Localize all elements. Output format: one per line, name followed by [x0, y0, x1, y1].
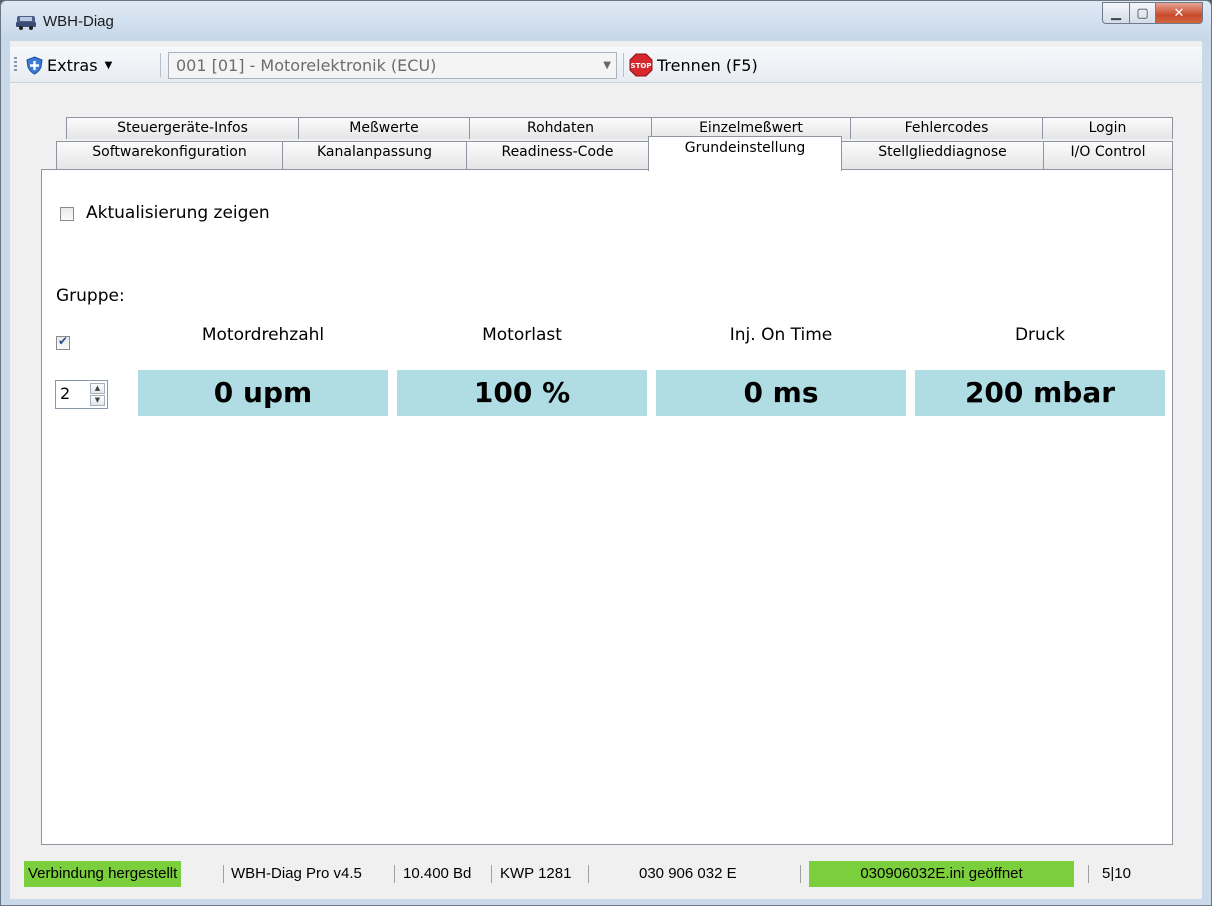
tab-label: Einzelmeßwert [699, 120, 803, 136]
column-header-druck: Druck [1014, 325, 1066, 345]
show-update-checkbox[interactable] [60, 207, 74, 221]
value-motordrehzahl: 0 upm [138, 370, 388, 416]
toolbar-grip[interactable] [14, 57, 17, 73]
client-area: Extras ▼ 001 [01] - Motorelektronik (ECU… [10, 41, 1202, 899]
tab-label: Rohdaten [527, 120, 594, 136]
spin-down-icon[interactable]: ▼ [90, 395, 105, 406]
status-separator [223, 865, 224, 883]
tab-grundeinstellung[interactable]: Grundeinstellung [648, 136, 842, 171]
tab-label: Stellglieddiagnose [878, 144, 1007, 160]
status-separator [588, 865, 589, 883]
tab-label: Kanalanpassung [317, 144, 432, 160]
title-bar[interactable]: WBH-Diag ▁ ▢ ✕ [1, 1, 1211, 41]
status-file: 030906032E.ini geöffnet [809, 861, 1074, 887]
value-motorlast: 100 % [397, 370, 647, 416]
group-number-stepper[interactable]: 2 ▲ ▼ [55, 380, 108, 409]
chevron-down-icon: ▼ [104, 59, 113, 71]
tab-label: Readiness-Code [501, 144, 614, 160]
status-version: WBH-Diag Pro v4.5 [231, 865, 362, 882]
tab-io-control[interactable]: I/O Control [1043, 141, 1173, 169]
spin-up-icon[interactable]: ▲ [90, 383, 105, 394]
tab-label: I/O Control [1070, 144, 1146, 160]
car-icon [16, 16, 36, 30]
tab-label: Grundeinstellung [684, 140, 806, 156]
disconnect-label: Trennen (F5) [657, 55, 758, 75]
status-separator [394, 865, 395, 883]
tab-readiness-code[interactable]: Readiness-Code [466, 141, 649, 169]
tab-label: Steuergeräte-Infos [117, 120, 248, 136]
shield-icon [26, 55, 43, 75]
column-header-motorlast: Motorlast [482, 325, 562, 345]
status-separator [800, 865, 801, 883]
app-window: WBH-Diag ▁ ▢ ✕ Extras ▼ 001 [01] - Motor… [0, 0, 1212, 906]
tab-label: Fehlercodes [904, 120, 989, 136]
show-update-label[interactable]: Aktualisierung zeigen [86, 203, 270, 223]
status-baud: 10.400 Bd [403, 865, 472, 882]
value-inj-on-time: 0 ms [656, 370, 906, 416]
group-label: Gruppe: [56, 286, 125, 306]
status-connection: Verbindung hergestellt [24, 861, 182, 887]
tab-stellglieddiagnose[interactable]: Stellglieddiagnose [841, 141, 1044, 169]
toolbar-separator [623, 53, 624, 77]
value-druck: 200 mbar [915, 370, 1165, 416]
column-header-inj-on-time: Inj. On Time [729, 325, 833, 345]
group-checkbox[interactable] [56, 334, 70, 350]
tab-softwarekonfiguration[interactable]: Softwarekonfiguration [56, 141, 283, 169]
tab-label: Login [1088, 120, 1127, 136]
status-part-number: 030 906 032 E [639, 865, 737, 882]
toolbar-separator [160, 53, 161, 77]
tab-rohdaten[interactable]: Rohdaten [469, 117, 652, 139]
status-separator [1088, 865, 1089, 883]
status-separator [491, 865, 492, 883]
ecu-select-value: 001 [01] - Motorelektronik (ECU) [176, 56, 437, 75]
maximize-button[interactable]: ▢ [1129, 2, 1155, 24]
window-title: WBH-Diag [43, 13, 114, 30]
stop-icon: STOP [629, 53, 653, 77]
close-button[interactable]: ✕ [1155, 2, 1203, 24]
group-number-value: 2 [60, 384, 71, 403]
status-counter: 5|10 [1102, 865, 1131, 882]
column-header-motordrehzahl: Motordrehzahl [201, 325, 325, 345]
disconnect-button[interactable]: STOP Trennen (F5) [629, 51, 758, 79]
tab-label: Softwarekonfiguration [92, 144, 247, 160]
tab-label: Meßwerte [349, 120, 419, 136]
extras-label: Extras [47, 55, 98, 75]
minimize-button[interactable]: ▁ [1102, 2, 1129, 24]
status-protocol: KWP 1281 [500, 865, 572, 882]
tab-steuergeraete-infos[interactable]: Steuergeräte-Infos [66, 117, 299, 139]
chevron-down-icon: ▼ [603, 60, 611, 71]
grundeinstellung-panel: Aktualisierung zeigen Gruppe: Motordrehz… [41, 169, 1173, 845]
svg-text:STOP: STOP [631, 62, 652, 70]
tab-messwerte[interactable]: Meßwerte [298, 117, 470, 139]
tab-fehlercodes[interactable]: Fehlercodes [850, 117, 1043, 139]
extras-menu-button[interactable]: Extras ▼ [26, 54, 112, 76]
tab-kanalanpassung[interactable]: Kanalanpassung [282, 141, 467, 169]
ecu-select[interactable]: 001 [01] - Motorelektronik (ECU) ▼ [168, 52, 617, 79]
status-bar: Verbindung hergestellt WBH-Diag Pro v4.5… [10, 857, 1202, 891]
tab-login[interactable]: Login [1042, 117, 1173, 139]
toolbar: Extras ▼ 001 [01] - Motorelektronik (ECU… [10, 47, 1202, 83]
